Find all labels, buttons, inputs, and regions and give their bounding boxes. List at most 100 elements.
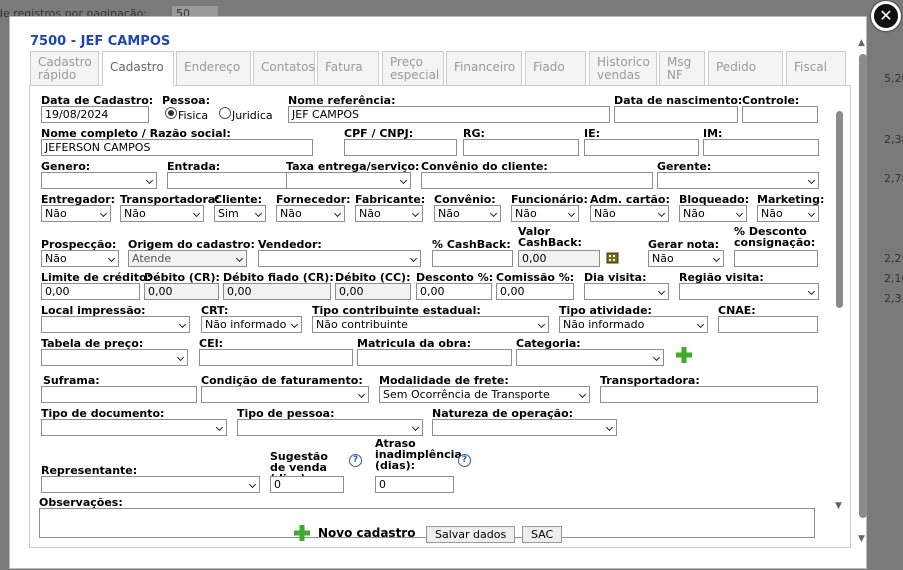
novo-cadastro-plus-icon[interactable] [293,524,311,542]
tab-cadastro[interactable]: Cadastro [102,51,174,86]
close-icon[interactable]: ✕ [871,1,901,31]
tab-pedido[interactable]: Pedido [708,51,783,86]
cei-field[interactable] [199,349,353,366]
bloqueado-select[interactable]: Não [679,205,747,222]
desconto-consignacao-field[interactable] [734,250,818,267]
convenio-cliente-field[interactable] [421,172,653,189]
cliente-label: Cliente: [214,193,263,206]
cashback-pct-field[interactable] [432,250,513,267]
cashback-pct-label: % CashBack: [432,238,511,251]
regiao-visita-select[interactable] [679,283,819,300]
cashback-calculator-icon[interactable] [606,251,620,264]
modal-scroll-up-icon[interactable]: ▲ [858,39,865,48]
rg-field[interactable] [463,139,579,156]
crt-select[interactable]: Não informado [201,316,302,333]
ie-field[interactable] [584,139,699,156]
matricula-obra-label: Matricula da obra: [357,337,472,350]
controle-field[interactable] [742,106,818,123]
atraso-inadimplencia-help-icon[interactable]: ? [458,454,471,467]
convenio-select[interactable]: Não [434,205,501,222]
modal-scroll-down-icon[interactable]: ▼ [858,535,865,544]
funcionario-select[interactable]: Não [511,205,579,222]
comissao-pct-field[interactable]: 0,00 [496,283,574,300]
panel-scrollbar-thumb[interactable] [836,111,843,308]
categoria-select[interactable] [516,349,664,366]
cpf-cnpj-field[interactable] [344,139,457,156]
condicao-faturamento-select[interactable] [201,386,369,403]
tabela-preco-label: Tabela de preço: [41,337,144,350]
debito-cr-label: Débito (CR): [144,271,220,284]
data-nascimento-field[interactable] [614,106,738,123]
gerar-nota-select[interactable]: Não [648,250,724,267]
background-edge-number: 2,31 [884,292,903,305]
im-field[interactable] [703,139,819,156]
entregador-label: Entregador: [41,193,116,206]
tab-fiscal[interactable]: Fiscal [786,51,846,86]
salvar-dados-button[interactable]: Salvar dados [426,526,516,543]
pessoa-fisica-radio[interactable] [165,107,177,119]
nome-completo-field[interactable]: JEFERSON CAMPOS [41,139,313,156]
cadastro-panel: ▼ Data de Cadastro: 19/08/2024 Pessoa: F… [29,85,851,548]
modal-scrollbar-thumb[interactable] [859,54,867,518]
comissao-pct-label: Comissão %: [496,271,575,284]
panel-scroll-down-icon[interactable]: ▼ [835,502,842,511]
vendedor-select[interactable] [258,250,421,267]
cliente-select[interactable]: Sim [214,205,266,222]
entregador-select[interactable]: Não [41,205,111,222]
tipo-atividade-select[interactable]: Não informado [559,316,708,333]
tab-financeiro[interactable]: Financeiro [446,51,522,86]
tab-cadastro-rapido[interactable]: Cadastro rápido [30,51,99,86]
atraso-inadimplencia-field[interactable]: 0 [375,476,454,493]
im-label: IM: [703,127,723,140]
customer-modal: 7500 - JEF CAMPOS ▲ ▼ Cadastro rápido Ca… [9,16,867,569]
tabela-preco-select[interactable] [41,349,188,366]
add-categoria-plus-icon[interactable] [675,346,693,367]
local-impressao-select[interactable] [41,316,190,333]
natureza-operacao-select[interactable] [432,419,617,436]
marketing-select[interactable]: Não [757,205,819,222]
gerente-select[interactable] [657,172,819,189]
pessoa-juridica-radio[interactable] [219,107,231,119]
data-cadastro-field[interactable]: 19/08/2024 [41,106,149,123]
dia-visita-select[interactable] [584,283,669,300]
controle-label: Controle: [742,94,800,107]
matricula-obra-field[interactable] [357,349,512,366]
taxa-entrega-label: Taxa entrega/serviço: [286,160,420,173]
tipo-documento-select[interactable] [41,419,227,436]
adm-cartao-select[interactable]: Não [590,205,669,222]
taxa-entrega-select[interactable] [286,172,411,189]
entrada-select[interactable] [167,172,298,189]
desconto-pct-field[interactable]: 0,00 [416,283,492,300]
limite-credito-field[interactable]: 0,00 [41,283,140,300]
tab-fiado[interactable]: Fiado [525,51,586,86]
transportadora-field[interactable] [600,386,818,403]
tab-preco-especial[interactable]: Preço especial [382,51,444,86]
transportadora-flag-select[interactable]: Não [120,205,204,222]
representante-select[interactable] [41,476,260,493]
tab-fatura[interactable]: Fatura [317,51,379,86]
tipo-pessoa-select[interactable] [237,419,423,436]
tab-endereco[interactable]: Endereço [176,51,251,86]
fabricante-select[interactable]: Não [355,205,423,222]
fornecedor-select[interactable]: Não [276,205,345,222]
sugestao-venda-field[interactable]: 0 [270,476,344,493]
debito-fiado-field: 0,00 [223,283,331,300]
tab-contatos[interactable]: Contatos [253,51,315,86]
novo-cadastro-button[interactable]: Novo cadastro [318,526,415,540]
pessoa-fisica-label: Fisica [178,109,209,122]
nome-referencia-field[interactable]: JEF CAMPOS [288,106,610,123]
cnae-field[interactable] [718,316,818,333]
suframa-field[interactable] [41,386,197,403]
tab-msg-nf[interactable]: Msg NF [659,51,705,86]
modalidade-frete-select[interactable]: Sem Ocorrência de Transporte [379,386,590,403]
tipo-pessoa-label: Tipo de pessoa: [237,407,335,420]
tab-historico-vendas[interactable]: Historico vendas [589,51,657,86]
sugestao-venda-help-icon[interactable]: ? [349,454,362,467]
sac-button[interactable]: SAC [522,526,563,543]
prospeccao-select[interactable]: Não [41,250,119,267]
tipo-contribuinte-select[interactable]: Não contribuinte [312,316,549,333]
dia-visita-label: Dia visita: [584,271,647,284]
genero-select[interactable] [41,172,157,189]
debito-cc-label: Débito (CC): [335,271,411,284]
origem-cadastro-select[interactable]: Atende [128,250,247,267]
